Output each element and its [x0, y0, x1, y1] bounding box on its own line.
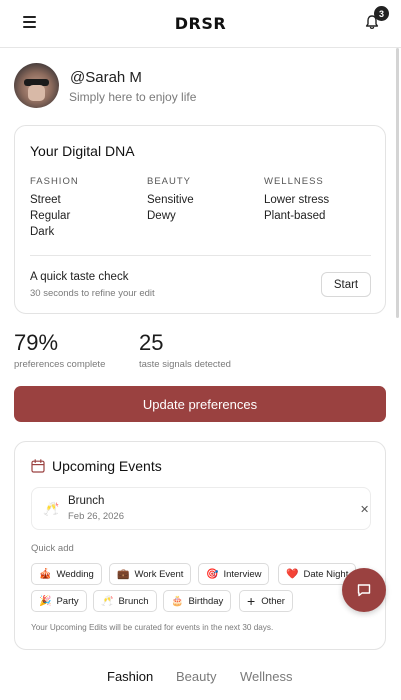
dna-value: Regular [30, 210, 71, 222]
dna-column-heading: FASHION [30, 176, 79, 187]
quick-add-other[interactable]: + Other [239, 590, 293, 612]
chip-label: Other [261, 595, 285, 607]
target-icon: 🎯 [206, 568, 219, 580]
avatar[interactable] [14, 63, 59, 108]
chip-label: Work Event [134, 568, 184, 580]
quick-add-brunch[interactable]: 🥂 Brunch [93, 590, 157, 612]
notification-badge: 3 [374, 6, 389, 21]
taste-signals-label: taste signals detected [139, 359, 231, 370]
profile-section [14, 63, 59, 108]
profile-bio: Simply here to enjoy life [69, 90, 197, 104]
quick-add-interview[interactable]: 🎯 Interview [198, 563, 270, 585]
party-popper-icon: 🎉 [39, 595, 52, 607]
quick-add-party[interactable]: 🎉 Party [31, 590, 87, 612]
scrollbar[interactable] [396, 48, 399, 318]
event-date: Feb 26, 2026 [68, 511, 124, 522]
dna-title: Your Digital DNA [30, 143, 135, 159]
dna-value: Street [30, 194, 61, 206]
chip-label: Party [56, 595, 79, 607]
chip-label: Brunch [118, 595, 149, 607]
event-list-item[interactable]: 🥂 Brunch Feb 26, 2026 ✕ [31, 487, 371, 530]
events-title: Upcoming Events [52, 458, 162, 474]
preferences-complete-value: 79% [14, 330, 59, 355]
digital-dna-card: Your Digital DNA FASHION Street Regular … [14, 125, 386, 314]
quick-add-wedding[interactable]: 🎪 Wedding [31, 563, 102, 585]
events-note: Your Upcoming Edits will be curated for … [31, 623, 274, 632]
taste-check-title: A quick taste check [30, 271, 129, 283]
champagne-icon: 🥂 [101, 595, 114, 607]
briefcase-icon: 💼 [117, 568, 130, 580]
cake-icon: 🎂 [171, 595, 184, 607]
start-button[interactable]: Start [321, 272, 371, 297]
divider [30, 255, 371, 256]
profile-handle: @Sarah M [70, 69, 142, 86]
update-preferences-button[interactable]: Update preferences [14, 386, 386, 422]
upcoming-events-card: Upcoming Events 🥂 Brunch Feb 26, 2026 ✕ … [14, 441, 386, 650]
chat-icon [357, 584, 371, 597]
chip-label: Date Night [303, 568, 349, 580]
plus-icon: + [247, 593, 256, 609]
circus-tent-icon: 🎪 [39, 568, 52, 580]
chat-button[interactable] [342, 568, 386, 612]
heart-icon: ❤️ [286, 568, 299, 580]
event-name: Brunch [68, 495, 105, 507]
dna-value: Lower stress [264, 194, 330, 206]
tab-wellness[interactable]: Wellness [240, 669, 293, 684]
dna-column-heading: BEAUTY [147, 176, 192, 187]
dna-value: Plant-based [264, 210, 326, 222]
quick-add-birthday[interactable]: 🎂 Birthday [163, 590, 232, 612]
chip-label: Wedding [56, 568, 94, 580]
close-icon[interactable]: ✕ [360, 503, 369, 516]
dna-value: Dewy [147, 210, 176, 222]
taste-check-subtitle: 30 seconds to refine your edit [30, 288, 155, 299]
quick-add-label: Quick add [31, 543, 74, 554]
app-logo[interactable]: DRSR [175, 14, 226, 33]
calendar-icon [31, 459, 45, 473]
chip-label: Interview [223, 568, 262, 580]
top-bar: DRSR 3 [0, 0, 401, 48]
menu-icon[interactable] [23, 16, 36, 28]
dna-value: Sensitive [147, 194, 194, 206]
taste-signals-value: 25 [139, 330, 164, 355]
chip-label: Birthday [188, 595, 224, 607]
quick-add-work-event[interactable]: 💼 Work Event [109, 563, 192, 585]
tab-fashion[interactable]: Fashion [107, 669, 153, 684]
dna-column-heading: WELLNESS [264, 176, 324, 187]
champagne-icon: 🥂 [43, 501, 60, 516]
dna-value: Dark [30, 226, 55, 238]
tab-beauty[interactable]: Beauty [176, 669, 216, 684]
preferences-complete-label: preferences complete [14, 359, 106, 370]
